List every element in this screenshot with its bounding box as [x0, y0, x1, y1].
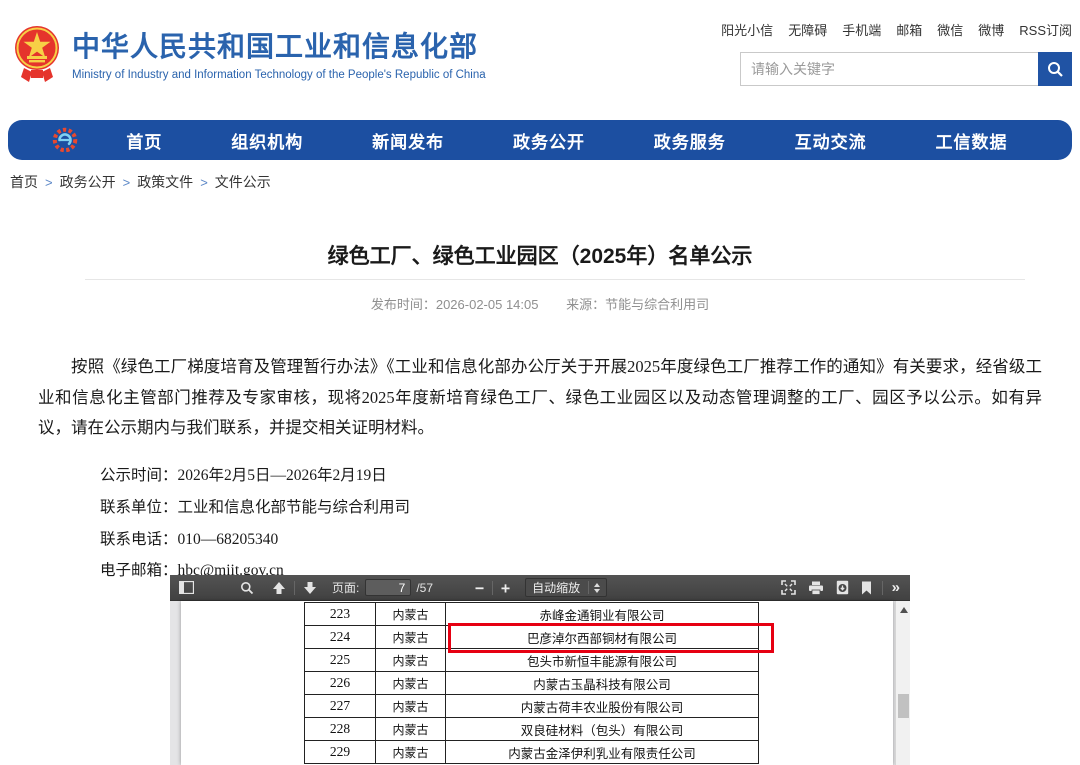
link-accessibility[interactable]: 无障碍: [788, 20, 827, 39]
search-button[interactable]: [1038, 52, 1072, 86]
row-province: 内蒙古: [376, 603, 446, 626]
table-row: 227 内蒙古 内蒙古荷丰农业股份有限公司: [305, 695, 759, 718]
page-title: 绿色工厂、绿色工业园区（2025年）名单公示: [0, 240, 1080, 270]
row-company: 内蒙古荷丰农业股份有限公司: [446, 695, 759, 718]
breadcrumb-separator: >: [45, 175, 53, 190]
row-number: 225: [305, 649, 376, 672]
arrow-up-icon: [272, 581, 286, 595]
scrollbar-thumb[interactable]: [898, 694, 909, 718]
contact-unit-line: 联系单位：工业和信息化部节能与综合利用司: [100, 492, 410, 524]
row-number: 228: [305, 718, 376, 741]
link-mobile[interactable]: 手机端: [842, 20, 881, 39]
row-number: 224: [305, 626, 376, 649]
utility-links: 阳光小信 无障碍 手机端 邮箱 微信 微博 RSS订阅: [727, 20, 1072, 39]
title-divider: [85, 279, 1025, 280]
table-row: 226 内蒙古 内蒙古玉晶科技有限公司: [305, 672, 759, 695]
zoom-mode-select[interactable]: 自动缩放: [525, 578, 607, 597]
nav-item-interaction[interactable]: 互动交流: [795, 128, 867, 153]
article-paragraph: 按照《绿色工厂梯度培育及管理暂行办法》《工业和信息化部办公厅关于开展2025年度…: [38, 352, 1042, 444]
row-province: 内蒙古: [376, 718, 446, 741]
zoom-mode-value: 自动缩放: [532, 579, 580, 596]
expand-icon: [781, 580, 796, 595]
sidebar-toggle-button[interactable]: [174, 575, 199, 600]
table-row: 229 内蒙古 内蒙古金泽伊利乳业有限责任公司: [305, 741, 759, 764]
breadcrumb-home[interactable]: 首页: [10, 172, 38, 192]
download-button[interactable]: [831, 575, 854, 600]
row-number: 223: [305, 603, 376, 626]
zoom-out-button[interactable]: −: [470, 575, 489, 600]
previous-page-button[interactable]: [267, 575, 291, 600]
nav-item-news[interactable]: 新闻发布: [372, 128, 444, 153]
search-icon: [240, 581, 254, 595]
next-page-button[interactable]: [298, 575, 322, 600]
row-province: 内蒙古: [376, 672, 446, 695]
notice-period-line: 公示时间：2026年2月5日—2026年2月19日: [100, 460, 410, 492]
breadcrumb-gov-disclosure[interactable]: 政务公开: [60, 172, 116, 192]
nav-item-gov-disclosure[interactable]: 政务公开: [513, 128, 585, 153]
row-number: 227: [305, 695, 376, 718]
search-input[interactable]: [740, 52, 1038, 86]
presentation-mode-button[interactable]: [776, 575, 801, 600]
site-header: 中华人民共和国工业和信息化部 Ministry of Industry and …: [0, 0, 1080, 112]
row-number: 226: [305, 672, 376, 695]
row-number: 229: [305, 741, 376, 764]
link-rss[interactable]: RSS订阅: [1019, 20, 1072, 39]
nav-item-home[interactable]: 首页: [126, 128, 162, 153]
publish-time: 发布时间：2026-02-05 14:05: [371, 297, 539, 312]
breadcrumb-doc-notice[interactable]: 文件公示: [215, 172, 271, 192]
more-tools-button[interactable]: »: [888, 575, 904, 600]
row-company: 内蒙古玉晶科技有限公司: [446, 672, 759, 695]
article-meta: 发布时间：2026-02-05 14:05 来源：节能与综合利用司: [0, 294, 1080, 313]
contact-info: 公示时间：2026年2月5日—2026年2月19日 联系单位：工业和信息化部节能…: [100, 460, 410, 587]
print-button[interactable]: [803, 575, 829, 600]
national-emblem-logo: [14, 22, 60, 84]
zoom-in-button[interactable]: +: [496, 575, 515, 600]
pdf-viewer: 页面: /57 − + 自动缩放: [170, 575, 910, 765]
site-title: 中华人民共和国工业和信息化部: [72, 25, 486, 65]
link-mail[interactable]: 邮箱: [896, 20, 922, 39]
find-button[interactable]: [235, 575, 259, 600]
row-province: 内蒙古: [376, 626, 446, 649]
bookmark-button[interactable]: [856, 575, 877, 600]
article-source: 来源：节能与综合利用司: [566, 297, 709, 312]
miit-gear-icon: [52, 127, 78, 153]
pdf-content-area: 223 内蒙古 赤峰金通铜业有限公司 224 内蒙古 巴彦淖尔西部铜材有限公司 …: [170, 601, 910, 765]
breadcrumb-policy-docs[interactable]: 政策文件: [137, 172, 193, 192]
red-highlight-box: [448, 623, 774, 653]
link-wechat[interactable]: 微信: [937, 20, 963, 39]
row-company: 双良硅材料（包头）有限公司: [446, 718, 759, 741]
pdf-page: 223 内蒙古 赤峰金通铜业有限公司 224 内蒙古 巴彦淖尔西部铜材有限公司 …: [181, 601, 893, 765]
row-company: 内蒙古金泽伊利乳业有限责任公司: [446, 741, 759, 764]
link-weibo[interactable]: 微博: [978, 20, 1004, 39]
pdf-toolbar: 页面: /57 − + 自动缩放: [170, 575, 910, 601]
row-province: 内蒙古: [376, 649, 446, 672]
breadcrumb-separator: >: [123, 175, 131, 190]
nav-item-organization[interactable]: 组织机构: [231, 128, 303, 153]
bookmark-icon: [861, 581, 872, 595]
page-count: /57: [416, 581, 433, 595]
search-icon: [1047, 61, 1064, 78]
nav-item-gov-services[interactable]: 政务服务: [654, 128, 726, 153]
row-province: 内蒙古: [376, 741, 446, 764]
site-brand[interactable]: 中华人民共和国工业和信息化部 Ministry of Industry and …: [14, 22, 486, 84]
row-province: 内蒙古: [376, 695, 446, 718]
contact-phone-line: 联系电话：010—68205340: [100, 524, 410, 556]
breadcrumb-separator: >: [200, 175, 208, 190]
select-arrows-icon: [594, 583, 600, 593]
link-sunshine-bot[interactable]: 阳光小信: [721, 20, 773, 39]
arrow-down-icon: [303, 581, 317, 595]
page-label: 页面:: [332, 579, 359, 596]
sidebar-icon: [179, 581, 194, 594]
site-title-en: Ministry of Industry and Information Tec…: [72, 69, 486, 81]
table-row: 228 内蒙古 双良硅材料（包头）有限公司: [305, 718, 759, 741]
nav-item-miit-data[interactable]: 工信数据: [935, 128, 1007, 153]
scrollbar-up-arrow-icon[interactable]: [900, 607, 908, 613]
breadcrumb: 首页 > 政务公开 > 政策文件 > 文件公示: [10, 172, 271, 192]
page-number-input[interactable]: [365, 579, 411, 596]
main-nav: 首页 组织机构 新闻发布 政务公开 政务服务 互动交流 工信数据: [8, 120, 1072, 160]
printer-icon: [808, 581, 824, 595]
pdf-scrollbar[interactable]: [895, 601, 910, 765]
download-icon: [836, 580, 849, 595]
